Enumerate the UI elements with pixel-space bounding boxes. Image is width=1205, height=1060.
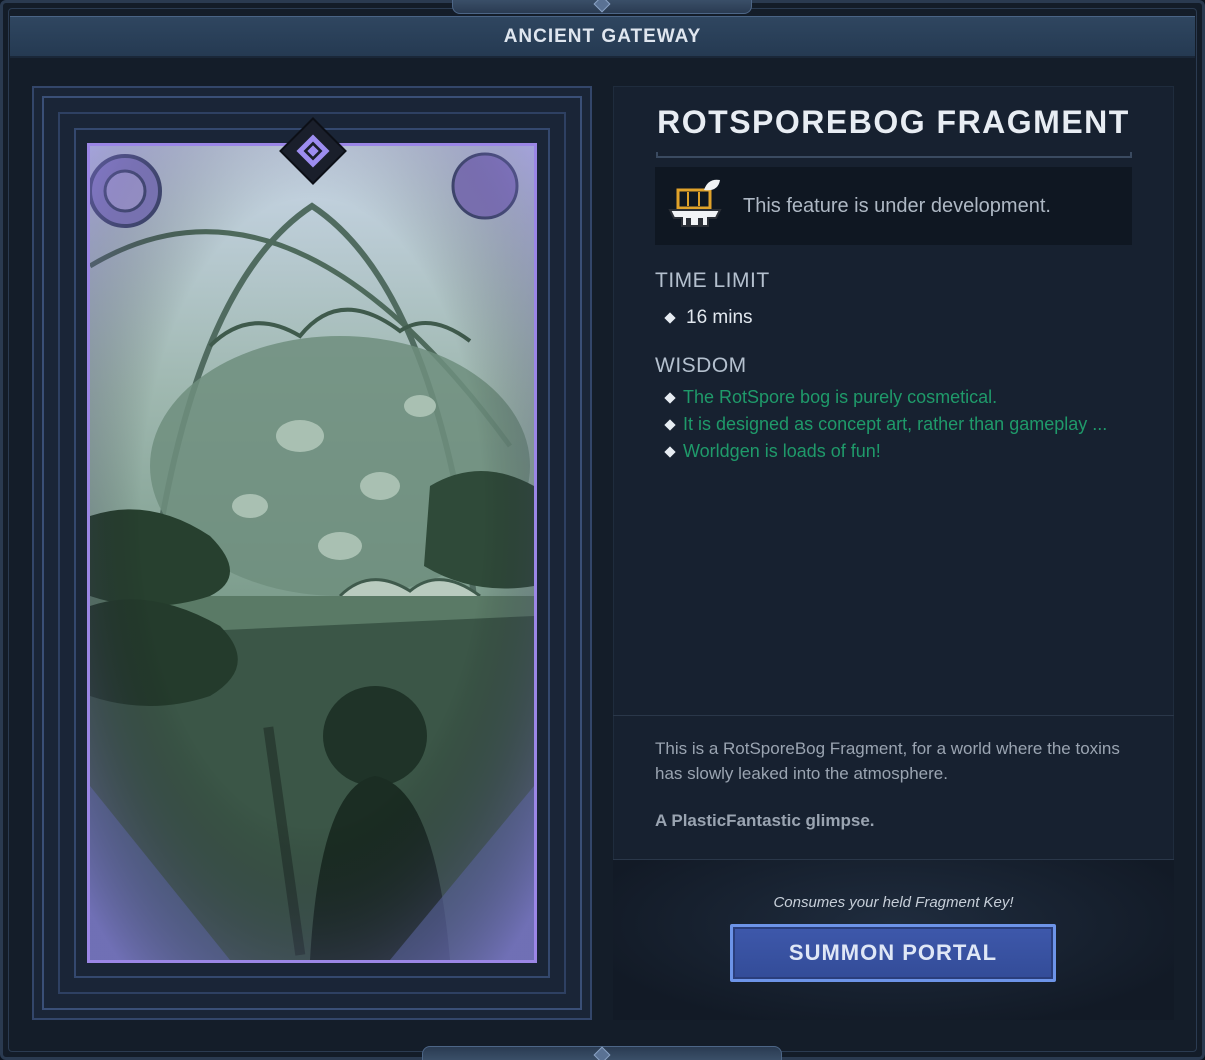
fragment-tagline: A PlasticFantastic glimpse.: [655, 811, 875, 830]
title-bar: ANCIENT GATEWAY: [10, 16, 1195, 58]
time-limit-value: 16 mins: [686, 307, 753, 328]
construction-icon: [668, 179, 722, 227]
ornament-gem-icon: [593, 0, 611, 13]
wisdom-item: It is designed as concept art, rather th…: [683, 414, 1108, 434]
ornament-gem-icon: [593, 1046, 611, 1060]
gateway-emblem-icon: [279, 117, 347, 185]
fragment-description: This is a RotSporeBog Fragment, for a wo…: [655, 739, 1120, 783]
card-art: [87, 143, 537, 963]
summon-portal-label: SUMMON PORTAL: [788, 940, 998, 965]
top-ornament: [452, 0, 752, 14]
bog-illustration: [90, 146, 534, 960]
development-notice-text: This feature is under development.: [743, 195, 1051, 217]
window-title: ANCIENT GATEWAY: [503, 25, 702, 47]
wisdom-heading: WISDOM: [655, 354, 747, 377]
consume-note: Consumes your held Fragment Key!: [773, 894, 1014, 911]
time-limit-heading: TIME LIMIT: [655, 269, 770, 292]
section-divider: [613, 715, 1174, 716]
fragment-title: ROTSPOREBOG FRAGMENT: [657, 104, 1130, 140]
bottom-ornament: [422, 1046, 782, 1060]
wisdom-item: The RotSpore bog is purely cosmetical.: [683, 387, 998, 407]
title-underline: [656, 152, 1132, 158]
wisdom-item: Worldgen is loads of fun!: [683, 441, 881, 461]
summon-portal-button[interactable]: SUMMON PORTAL: [730, 924, 1056, 982]
